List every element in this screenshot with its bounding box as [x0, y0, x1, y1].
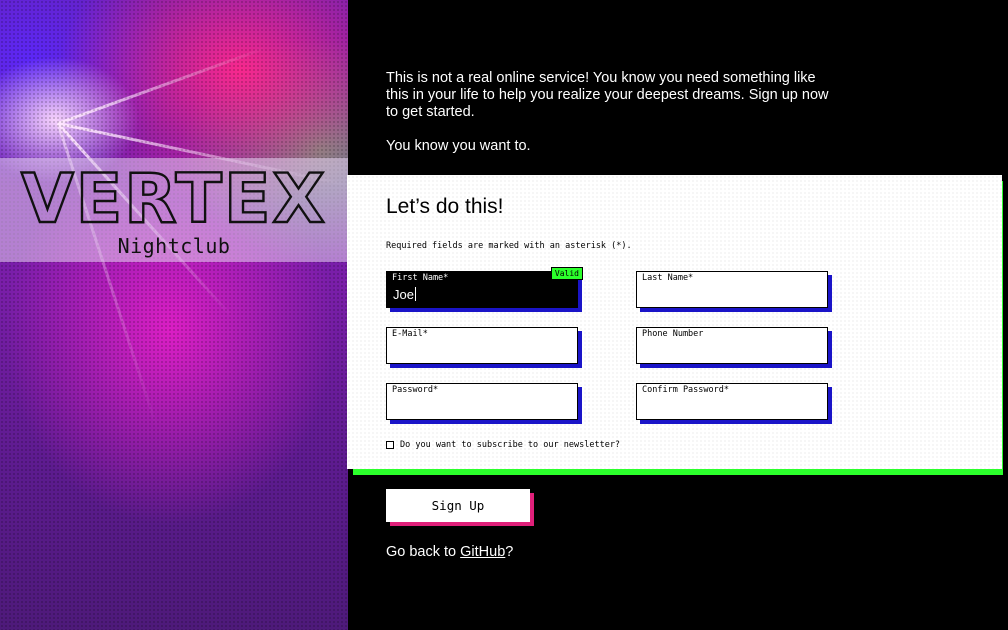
phone-field[interactable]: Phone Number	[636, 327, 832, 368]
intro-text: This is not a real online service! You k…	[386, 70, 836, 172]
form-title: Let’s do this!	[386, 195, 504, 218]
newsletter-label: Do you want to subscribe to our newslett…	[400, 440, 621, 450]
first-name-field[interactable]: First Name* Joe Valid	[386, 267, 583, 312]
valid-badge: Valid	[550, 267, 583, 280]
intro-paragraph: This is not a real online service! You k…	[386, 70, 829, 120]
sign-up-button[interactable]: Sign Up	[386, 489, 530, 522]
first-name-label: First Name*	[392, 273, 449, 283]
github-link[interactable]: GitHub	[460, 544, 505, 560]
password-field[interactable]: Password*	[386, 383, 582, 424]
last-name-label: Last Name*	[642, 273, 694, 283]
phone-label: Phone Number	[642, 329, 704, 339]
brand-name: VERTEX	[21, 160, 327, 232]
text-caret	[414, 287, 416, 301]
signup-form: Let’s do this! Required fields are marke…	[347, 175, 1002, 469]
confirm-password-field[interactable]: Confirm Password*	[636, 383, 832, 424]
back-suffix: ?	[505, 544, 514, 560]
dot-overlay	[0, 0, 348, 630]
required-note: Required fields are marked with an aster…	[386, 241, 632, 251]
vertex-logo: VERTEX	[20, 159, 327, 232]
first-name-input[interactable]: Joe	[393, 287, 416, 302]
hero-image: VERTEX Nightclub	[0, 0, 348, 630]
newsletter-row[interactable]: Do you want to subscribe to our newslett…	[386, 440, 620, 450]
last-name-field[interactable]: Last Name*	[636, 271, 832, 312]
password-label: Password*	[392, 385, 439, 395]
brand-subtitle: Nightclub	[117, 234, 231, 258]
first-name-value: Joe	[393, 287, 414, 302]
email-label: E-Mail*	[392, 329, 428, 339]
back-link-text: Go back to GitHub?	[386, 544, 513, 560]
email-field[interactable]: E-Mail*	[386, 327, 582, 368]
back-prefix: Go back to	[386, 544, 461, 560]
confirm-password-label: Confirm Password*	[642, 385, 729, 395]
intro-tagline: You know you want to.	[386, 138, 531, 154]
checkbox-icon[interactable]	[386, 441, 394, 449]
